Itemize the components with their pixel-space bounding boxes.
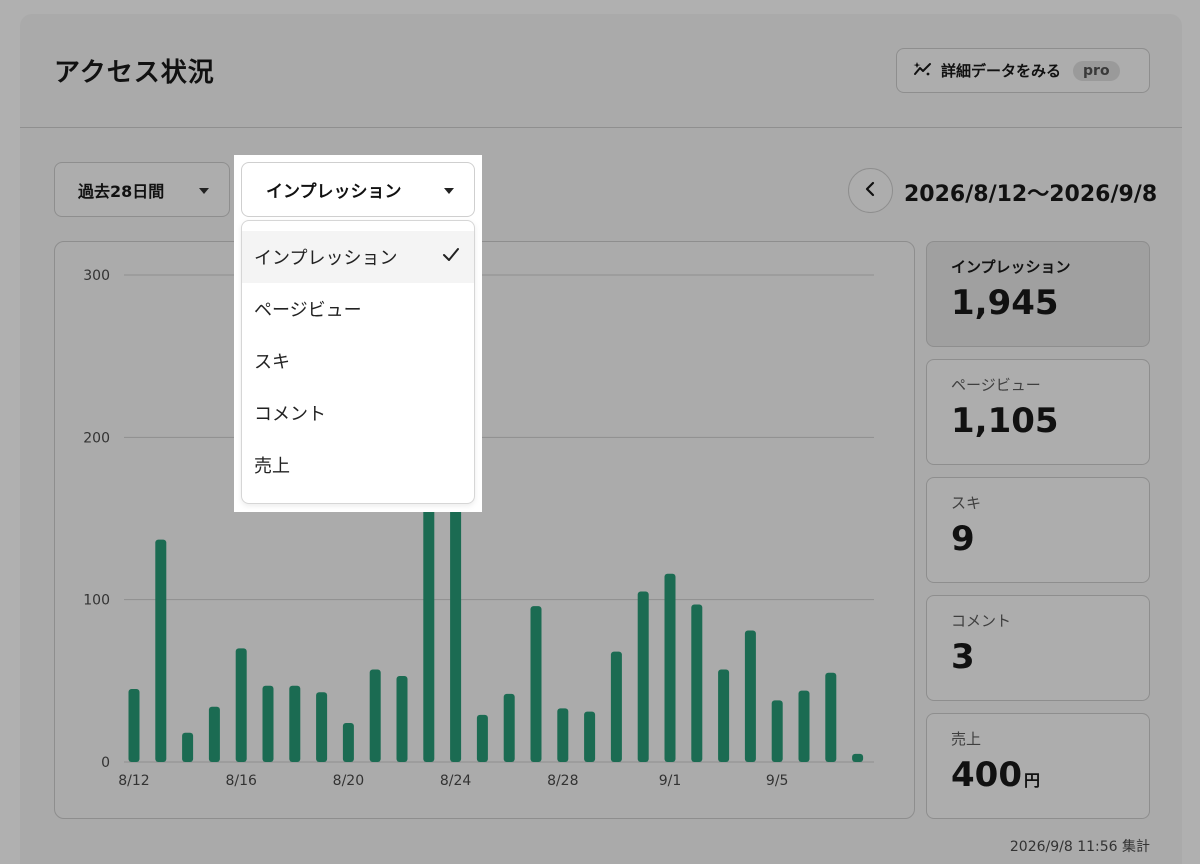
stat-card-impressions[interactable]: インプレッション 1,945 [926,241,1150,347]
x-tick-label: 8/20 [333,773,364,789]
bar-8/20[interactable] [342,723,354,762]
menu-item-impressions[interactable]: インプレッション [242,231,474,283]
bar-8/22[interactable] [396,675,408,762]
menu-item-likes[interactable]: スキ [242,335,474,387]
x-tick-label: 8/12 [118,773,149,789]
caret-down-icon [444,188,454,194]
stat-value: 1,945 [951,283,1149,323]
bar-8/27[interactable] [530,606,542,762]
bar-9/8[interactable] [852,753,864,762]
bar-8/18[interactable] [289,685,301,762]
metric-dropdown-menu: インプレッション ページビュー スキ コメント 売上 [241,220,475,504]
chevron-left-icon [864,181,878,201]
stat-number: 9 [951,519,975,559]
menu-item-label: インプレッション [254,248,398,269]
detail-data-button[interactable]: 詳細データをみる pro [896,48,1150,93]
caret-down-icon [199,188,209,194]
bar-8/14[interactable] [182,732,194,762]
menu-item-comments[interactable]: コメント [242,387,474,439]
stat-number: 400 [951,755,1022,795]
stat-card-comments[interactable]: コメント 3 [926,595,1150,701]
previous-period-button[interactable] [848,168,893,213]
bar-8/12[interactable] [128,688,140,762]
detail-data-label: 詳細データをみる [941,62,1062,80]
metric-select-value: インプレッション [266,182,402,202]
bar-9/2[interactable] [691,604,703,762]
period-select[interactable]: 過去28日間 [54,162,230,217]
bar-8/31[interactable] [637,591,649,762]
stat-unit: 円 [1023,771,1040,790]
bar-9/5[interactable] [771,700,783,762]
period-select-value: 過去28日間 [78,181,165,201]
stat-number: 3 [951,637,975,677]
x-tick-label: 8/16 [225,773,257,789]
x-tick-label: 9/1 [659,773,682,789]
stat-label: インプレッション [951,258,1071,276]
pro-badge: pro [1073,60,1120,81]
y-tick-label: 100 [83,593,110,609]
y-tick-label: 0 [101,755,110,771]
x-tick-label: 8/24 [440,773,472,789]
menu-item-label: ページビュー [254,300,362,321]
menu-item-label: 売上 [254,456,290,477]
y-tick-label: 300 [83,268,110,284]
bar-8/13[interactable] [155,539,167,762]
stat-card-pageviews[interactable]: ページビュー 1,105 [926,359,1150,465]
impressions-bar-chart: 0 100 200 300 8/12 8/16 8/20 8/24 8/28 9/1 9/5 [83,268,874,789]
menu-item-label: スキ [254,352,290,373]
stat-label: スキ [951,494,982,512]
x-tick-label: 9/5 [766,773,789,789]
stat-value: 1,105 [951,401,1149,441]
bar-9/7[interactable] [825,672,837,762]
bar-8/19[interactable] [316,692,328,762]
stat-card-sales[interactable]: 売上 400 円 [926,713,1150,819]
stat-label: ページビュー [951,376,1041,394]
x-tick-label: 8/28 [547,773,578,789]
menu-item-label: コメント [254,404,326,425]
menu-item-pageviews[interactable]: ページビュー [242,283,474,335]
bar-8/26[interactable] [503,693,515,762]
bar-8/15[interactable] [208,706,220,762]
bar-8/16[interactable] [235,648,247,762]
bar-8/21[interactable] [369,669,381,762]
metric-select[interactable]: インプレッション [241,162,475,217]
bar-8/25[interactable] [476,714,488,762]
stat-value: 3 [951,637,1149,677]
stat-number: 1,105 [951,401,1059,441]
bar-8/29[interactable] [584,711,596,762]
bar-9/6[interactable] [798,690,810,762]
bar-9/4[interactable] [744,630,756,762]
page-title: アクセス状況 [54,58,215,88]
bar-8/17[interactable] [262,685,274,762]
bar-8/28[interactable] [557,708,569,762]
y-tick-label: 200 [83,430,110,446]
bar-9/3[interactable] [718,669,730,762]
stat-value: 9 [951,519,1149,559]
bar-8/30[interactable] [610,651,622,762]
stat-card-likes[interactable]: スキ 9 [926,477,1150,583]
date-range: 2026/8/12〜2026/9/8 [904,182,1158,207]
stat-label: 売上 [951,730,982,748]
stat-number: 1,945 [951,283,1059,323]
menu-item-sales[interactable]: 売上 [242,439,474,491]
sparkle-chart-icon [913,60,933,82]
aggregation-timestamp: 2026/9/8 11:56 集計 [1009,839,1150,855]
stat-label: コメント [951,612,1012,630]
stat-value: 400 円 [951,755,1149,795]
check-icon [442,247,460,268]
bar-9/1[interactable] [664,573,676,762]
header-divider [20,127,1182,128]
